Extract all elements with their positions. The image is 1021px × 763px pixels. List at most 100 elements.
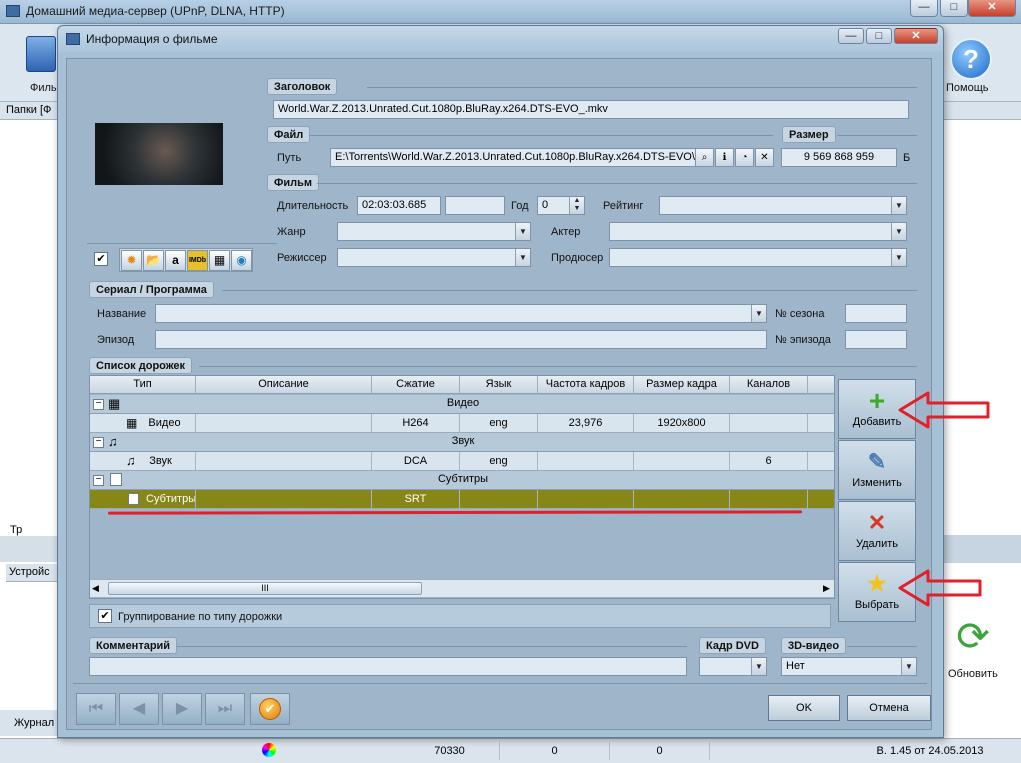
actor-combo[interactable]: ▼ bbox=[609, 222, 907, 241]
main-close-button[interactable]: ✕ bbox=[968, 0, 1016, 17]
group-row-subtitles[interactable]: − Субтитры bbox=[90, 471, 834, 490]
first-record-button[interactable]: ⏮ bbox=[76, 693, 116, 725]
chevron-down-icon[interactable]: ▼ bbox=[515, 249, 530, 266]
chevron-down-icon[interactable]: ▼ bbox=[751, 305, 766, 322]
year-value: 0 bbox=[542, 199, 549, 211]
col-header-language[interactable]: Язык bbox=[460, 376, 538, 394]
cancel-button[interactable]: Отмена bbox=[847, 695, 931, 721]
chevron-down-icon[interactable]: ▼ bbox=[891, 249, 906, 266]
poster-checkbox[interactable]: ✔ bbox=[94, 252, 108, 266]
year-spinner-icon[interactable]: ▲ ▼ bbox=[569, 197, 584, 214]
tools-icon[interactable]: ✕ bbox=[755, 148, 774, 167]
video3d-combo[interactable]: Нет ▼ bbox=[781, 657, 917, 676]
poster-thumbnail[interactable] bbox=[95, 123, 223, 185]
col-header-frame-size[interactable]: Размер кадра bbox=[634, 376, 730, 394]
edit-track-button[interactable]: ✎ Изменить bbox=[838, 440, 916, 500]
search-icon[interactable]: ⌕ bbox=[695, 148, 714, 167]
producer-label: Продюсер bbox=[551, 252, 604, 264]
title-field[interactable]: World.War.Z.2013.Unrated.Cut.1080p.BluRa… bbox=[273, 100, 909, 119]
refresh-icon[interactable]: ⟳ bbox=[952, 614, 994, 660]
film-icon[interactable]: ▦ bbox=[209, 250, 230, 271]
dialog-close-button[interactable]: ✕ bbox=[894, 28, 938, 44]
chevron-down-icon[interactable]: ▼ bbox=[891, 197, 906, 214]
table-row[interactable]: ♫ Звук DCA eng 6 bbox=[90, 452, 834, 471]
season-field[interactable] bbox=[845, 304, 907, 323]
table-row[interactable]: ▦ Видео H264 eng 23,976 1920x800 bbox=[90, 414, 834, 433]
help-toolbar-label[interactable]: Помощь bbox=[946, 82, 989, 94]
horizontal-scrollbar[interactable]: ◀ III ▶ bbox=[90, 579, 834, 597]
col-header-description[interactable]: Описание bbox=[196, 376, 372, 394]
delete-track-button[interactable]: ✕ Удалить bbox=[838, 501, 916, 561]
col-header-fps[interactable]: Частота кадров bbox=[538, 376, 634, 394]
dialog-title: Информация о фильме bbox=[86, 32, 218, 46]
ok-button[interactable]: OK bbox=[768, 695, 840, 721]
tracks-section-header: Список дорожек bbox=[89, 357, 193, 374]
director-combo[interactable]: ▼ bbox=[337, 248, 531, 267]
episode-number-field[interactable] bbox=[845, 330, 907, 349]
dialog-minimize-button[interactable]: — bbox=[838, 28, 864, 44]
imdb-icon[interactable]: IMDb bbox=[187, 250, 208, 271]
scroll-left-icon[interactable]: ◀ bbox=[92, 583, 99, 594]
main-minimize-button[interactable]: — bbox=[910, 0, 938, 17]
color-wheel-icon[interactable] bbox=[262, 743, 276, 757]
scroll-thumb[interactable]: III bbox=[108, 582, 422, 595]
cell-language bbox=[460, 490, 538, 508]
size-field[interactable]: 9 569 868 959 bbox=[781, 148, 897, 167]
info-icon[interactable]: ℹ bbox=[715, 148, 734, 167]
comment-field[interactable] bbox=[89, 657, 687, 676]
status-value-2: 0 bbox=[610, 742, 710, 760]
director-label: Режиссер bbox=[277, 252, 327, 264]
duration-extra-field[interactable] bbox=[445, 196, 505, 215]
last-record-button[interactable]: ⏭ bbox=[205, 693, 245, 725]
cross-icon: ✕ bbox=[867, 510, 887, 535]
help-icon[interactable]: ? bbox=[950, 38, 992, 80]
dvd-frame-combo[interactable]: ▼ bbox=[699, 657, 767, 676]
dialog-body: ✔ ✹ 📂 a IMDb ▦ ◉ Заголовок World.War.Z.2… bbox=[66, 58, 932, 730]
sun-icon[interactable]: ✹ bbox=[121, 250, 142, 271]
col-header-codec[interactable]: Сжатие bbox=[372, 376, 460, 394]
chevron-down-icon[interactable]: ▼ bbox=[901, 658, 916, 675]
globe-icon[interactable]: ◉ bbox=[231, 250, 252, 271]
films-toolbar-icon[interactable] bbox=[26, 36, 56, 72]
apply-button[interactable]: ✔ bbox=[250, 693, 290, 725]
producer-combo[interactable]: ▼ bbox=[609, 248, 907, 267]
group-by-checkbox[interactable]: ✔ bbox=[98, 609, 112, 623]
prev-record-button[interactable]: ◀ bbox=[119, 693, 159, 725]
amazon-icon[interactable]: a bbox=[165, 250, 186, 271]
scroll-right-icon[interactable]: ▶ bbox=[823, 583, 830, 594]
chevron-down-icon[interactable]: ▼ bbox=[515, 223, 530, 240]
chevron-down-icon[interactable]: ▼ bbox=[891, 223, 906, 240]
rating-combo[interactable]: ▼ bbox=[659, 196, 907, 215]
refresh-label[interactable]: Обновить bbox=[948, 668, 998, 680]
right-panel-divider bbox=[940, 535, 1021, 563]
group-row-audio[interactable]: − ♫ Звук bbox=[90, 433, 834, 452]
audio-icon[interactable]: ◔ bbox=[735, 148, 754, 167]
cell-codec: SRT bbox=[372, 490, 460, 508]
cell-frame-size bbox=[634, 452, 730, 470]
tree-item-label[interactable]: Тр bbox=[10, 524, 22, 536]
dialog-restore-button[interactable]: □ bbox=[866, 28, 892, 44]
episode-field[interactable] bbox=[155, 330, 767, 349]
group-row-video[interactable]: − ▦ Видео bbox=[90, 395, 834, 414]
cell-channels: 6 bbox=[730, 452, 808, 470]
journal-tab[interactable]: Журнал bbox=[0, 710, 58, 736]
genre-combo[interactable]: ▼ bbox=[337, 222, 531, 241]
folder-icon[interactable]: 📂 bbox=[143, 250, 164, 271]
folders-toolbar bbox=[0, 536, 58, 562]
col-header-channels[interactable]: Каналов bbox=[730, 376, 808, 394]
status-count: 70330 bbox=[400, 742, 500, 760]
main-restore-button[interactable]: □ bbox=[940, 0, 968, 17]
episode-number-label: № эпизода bbox=[775, 334, 831, 346]
path-label: Путь bbox=[277, 152, 302, 164]
duration-field[interactable]: 02:03:03.685 bbox=[357, 196, 441, 215]
year-field[interactable]: 0 ▲ ▼ bbox=[537, 196, 585, 215]
table-row-selected[interactable]: Субтитры SRT bbox=[90, 490, 834, 509]
chevron-down-icon[interactable]: ▼ bbox=[751, 658, 766, 675]
next-record-button[interactable]: ▶ bbox=[162, 693, 202, 725]
series-name-combo[interactable]: ▼ bbox=[155, 304, 767, 323]
poster-divider bbox=[87, 243, 277, 244]
col-header-type[interactable]: Тип bbox=[90, 376, 196, 394]
path-field[interactable]: E:\Torrents\World.War.Z.2013.Unrated.Cut… bbox=[330, 148, 696, 167]
group-label: Звук bbox=[451, 435, 475, 447]
films-toolbar-label[interactable]: Филь bbox=[30, 82, 57, 94]
